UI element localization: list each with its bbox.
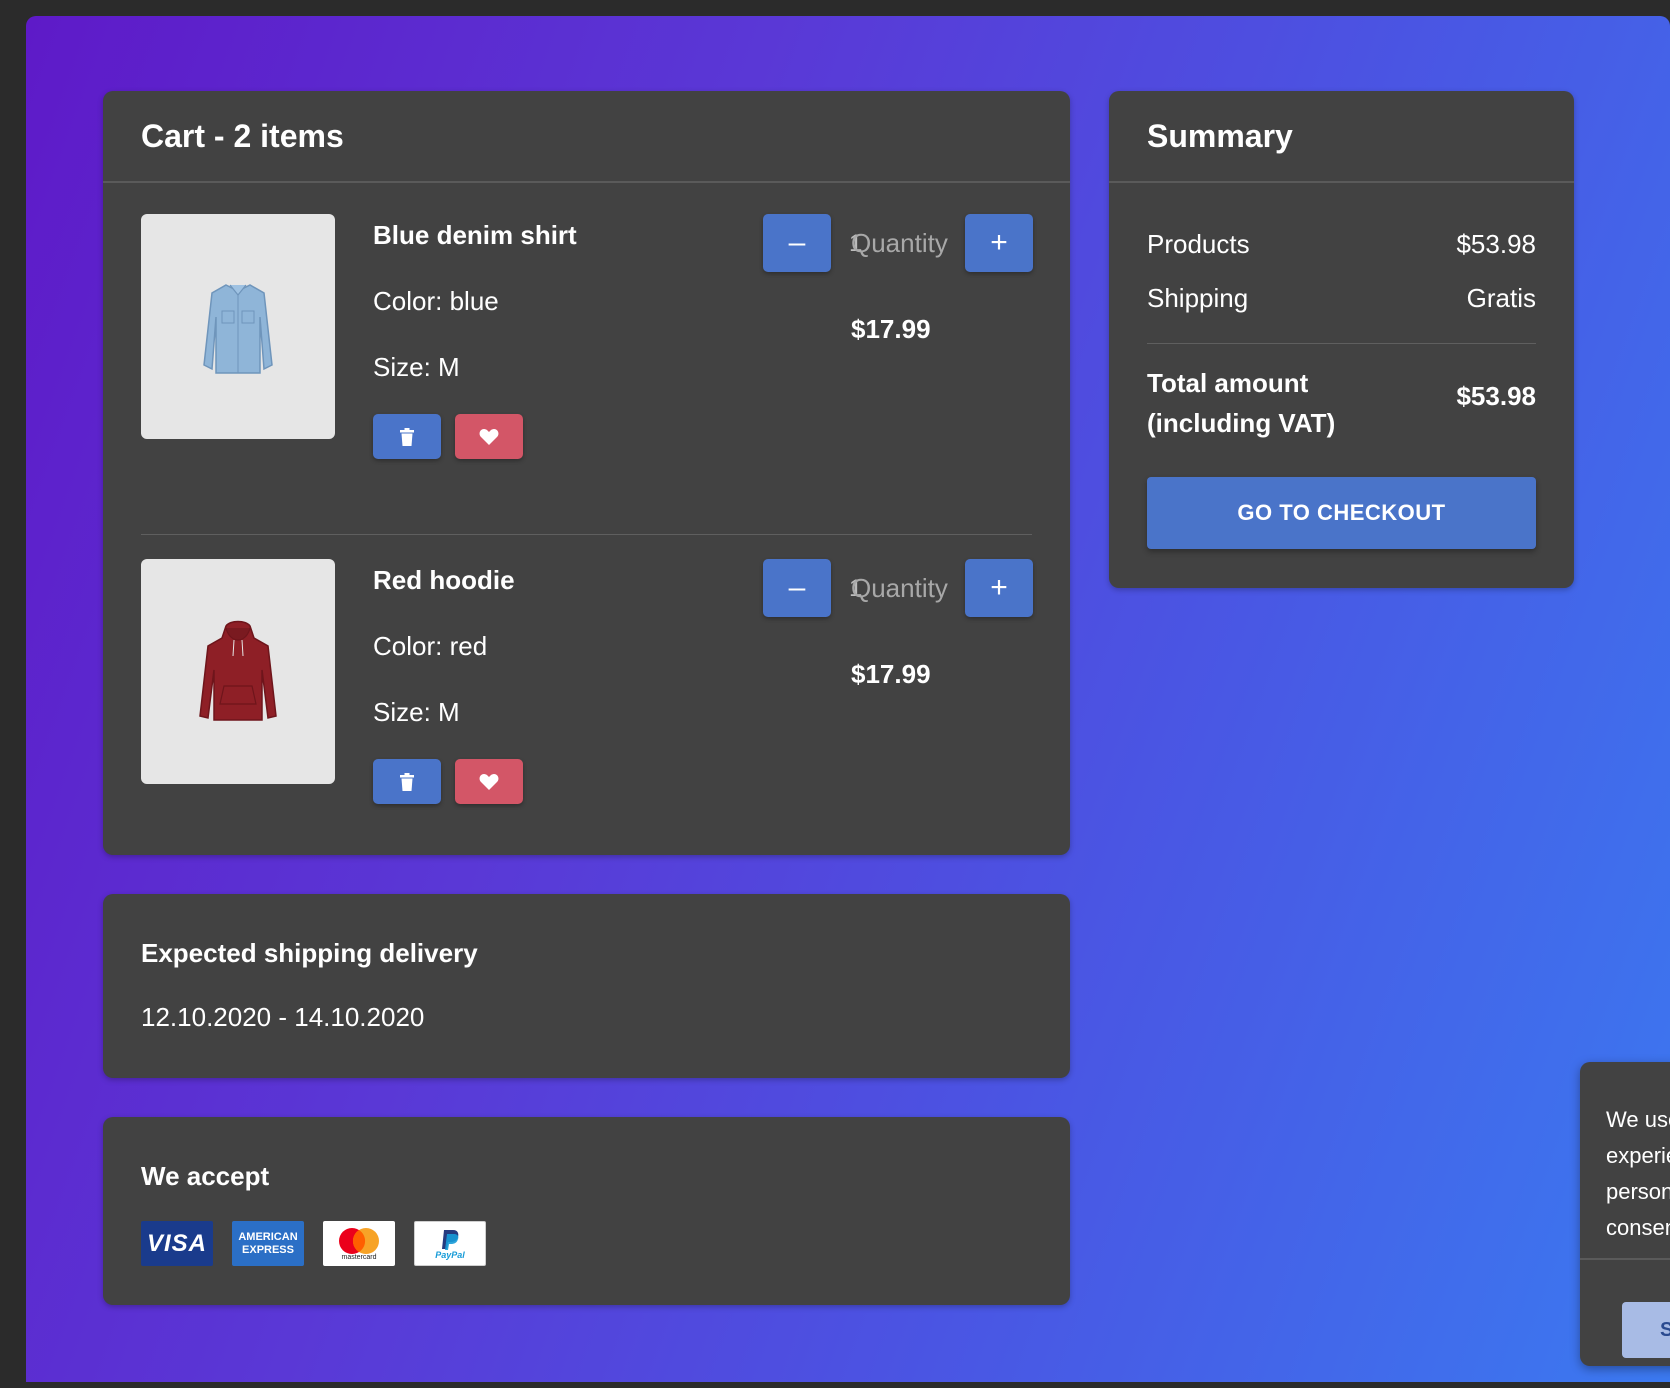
checkout-button[interactable]: GO TO CHECKOUT [1147,477,1536,549]
quantity-input[interactable]: 1 Quantity [839,226,959,260]
bottom-edge [0,1382,1670,1388]
cookie-line: person [1606,1179,1670,1204]
product-color: Color: blue [373,286,499,316]
shipping-dates: 12.10.2020 - 14.10.2020 [141,1002,425,1032]
product-size: Size: M [373,697,460,727]
mastercard-circles-icon [339,1228,379,1254]
paypal-p-icon [442,1229,459,1250]
heart-icon [479,428,499,445]
shirt-image [203,283,273,374]
quantity-label: Quantity [851,228,948,258]
mastercard-logo: mastercard [323,1221,395,1266]
quantity-input[interactable]: 1 Quantity [839,571,959,605]
decrease-quantity-button[interactable]: – [763,559,831,617]
product-color: Color: red [373,631,488,661]
payment-methods-title: We accept [141,1161,270,1191]
product-price: $17.99 [851,659,931,689]
product-price: $17.99 [851,314,931,344]
product-size: Size: M [373,352,460,382]
total-label-line2: (including VAT) [1147,408,1336,438]
trash-icon [400,427,414,446]
increase-quantity-button[interactable]: + [965,214,1033,272]
paypal-logo: PayPal [414,1221,486,1266]
amex-logo: AMERICAN EXPRESS [232,1221,304,1266]
paypal-logo-text: PayPal [435,1249,465,1260]
amex-logo-text: AMERICAN EXPRESS [238,1230,298,1256]
cookie-consent-banner: We use experie person consen S [1580,1062,1670,1366]
shipping-label: Shipping [1147,283,1249,313]
summary-card: Summary Products $53.98 Shipping Gratis … [1109,91,1574,588]
shipping-value: Gratis [1466,283,1536,313]
shipping-card: Expected shipping delivery 12.10.2020 - … [103,894,1070,1078]
hoodie-image [199,620,277,721]
product-name: Red hoodie [373,565,515,595]
cart-card: Cart - 2 items Blue denim shirt Color: b… [103,91,1070,855]
heart-icon [479,773,499,790]
cart-title: Cart - 2 items [103,91,1070,183]
page-background: Cart - 2 items Blue denim shirt Color: b… [26,16,1670,1382]
summary-divider [1147,343,1536,344]
remove-item-button[interactable] [373,759,441,804]
add-to-wishlist-button[interactable] [455,759,523,804]
cookie-line: We use [1606,1107,1670,1132]
product-image-red-hoodie[interactable] [141,559,335,784]
increase-quantity-button[interactable]: + [965,559,1033,617]
cookie-divider [1580,1258,1670,1260]
remove-item-button[interactable] [373,414,441,459]
payment-methods-card: We accept VISA AMERICAN EXPRESS masterca… [103,1117,1070,1305]
total-label: Total amount (including VAT) [1147,363,1335,443]
product-name: Blue denim shirt [373,220,577,250]
cookie-button[interactable]: S [1622,1302,1670,1358]
products-label: Products [1147,229,1250,259]
cart-item: Red hoodie Color: red Size: M – 1 Quanti… [141,559,1033,859]
summary-title: Summary [1109,91,1574,183]
mastercard-logo-text: mastercard [341,1254,377,1261]
total-label-line1: Total amount [1147,368,1309,398]
quantity-label: Quantity [851,573,948,603]
add-to-wishlist-button[interactable] [455,414,523,459]
visa-logo-text: VISA [146,1229,207,1257]
product-image-blue-denim-shirt[interactable] [141,214,335,439]
visa-logo: VISA [141,1221,213,1266]
decrease-quantity-button[interactable]: – [763,214,831,272]
total-value: $53.98 [1456,381,1536,411]
item-divider [141,534,1032,535]
products-value: $53.98 [1456,229,1536,259]
cookie-line: experie [1606,1143,1670,1168]
cookie-consent-text: We use experie person consen [1606,1102,1670,1246]
trash-icon [400,772,414,791]
cart-item: Blue denim shirt Color: blue Size: M – 1… [141,214,1033,514]
shipping-title: Expected shipping delivery [141,938,478,968]
cookie-line: consen [1606,1215,1670,1240]
